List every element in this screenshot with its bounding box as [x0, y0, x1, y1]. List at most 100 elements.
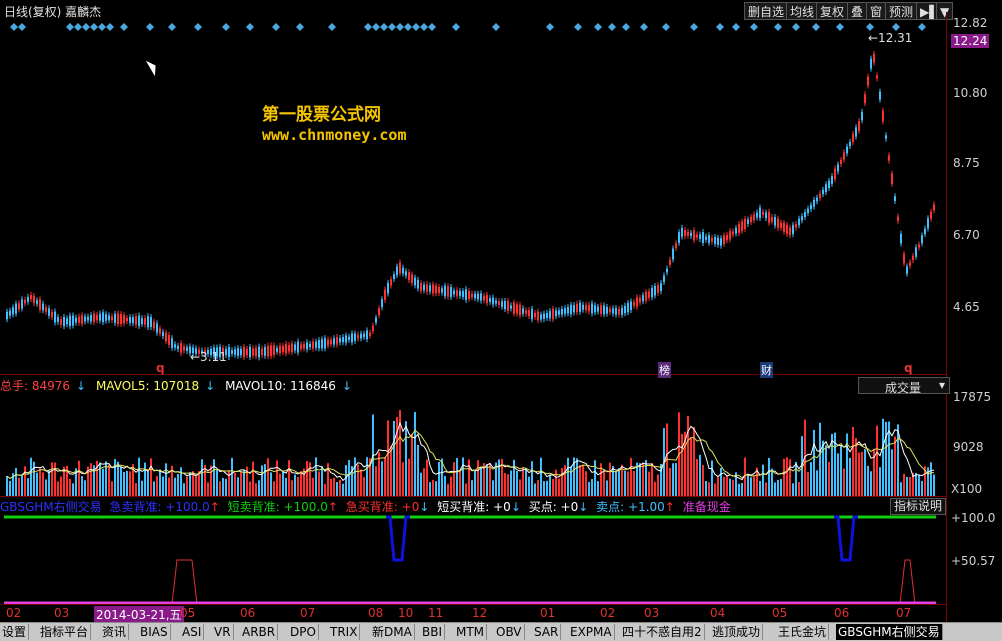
signal-diamond: [546, 23, 554, 31]
signal-diamond: [866, 23, 874, 31]
indicator-label-max: +100.0: [951, 511, 996, 525]
volume-bar: [633, 471, 635, 496]
blue-signal-line: [834, 515, 858, 562]
volume-bar: [234, 472, 236, 496]
date-label: 05: [772, 606, 788, 620]
volume-bar: [588, 481, 590, 496]
date-label: 06: [834, 606, 850, 620]
volume-bar: [36, 472, 38, 496]
volume-bar: [732, 479, 734, 496]
volume-bar: [345, 465, 347, 496]
tab-arbr[interactable]: ARBR: [240, 624, 279, 640]
tab-new-dma[interactable]: 新DMA: [370, 624, 415, 640]
volume-bar: [546, 480, 548, 496]
adjust-button[interactable]: 复权: [816, 2, 849, 20]
indicator-item: 短卖背准: +100.0: [227, 500, 328, 514]
volume-bar: [168, 477, 170, 496]
tab-vr[interactable]: VR: [212, 624, 234, 640]
volume-bar: [363, 477, 365, 496]
volume-bar: [870, 471, 872, 496]
volume-bar: [540, 457, 542, 496]
volume-bar: [270, 472, 272, 496]
volume-bar: [558, 478, 560, 496]
volume-bar: [597, 481, 599, 496]
volume-bar: [72, 483, 74, 496]
red-signal-line: [4, 559, 936, 605]
date-label: 08: [368, 606, 384, 620]
volume-bar: [237, 477, 239, 496]
tab-bias[interactable]: BIAS: [138, 624, 171, 640]
tab-sar[interactable]: SAR: [532, 624, 562, 640]
tab-asi[interactable]: ASI: [180, 624, 205, 640]
tab-custom-2[interactable]: 逃顶成功: [710, 624, 764, 640]
volume-bar: [159, 469, 161, 496]
tab-trix[interactable]: TRIX: [328, 624, 361, 640]
signal-diamond: [272, 23, 280, 31]
volume-chart[interactable]: [0, 376, 946, 496]
indicator-header: GBSGHM右侧交易 急卖背准: +100.0↑ 短卖背准: +100.0↑ 急…: [0, 498, 890, 514]
volume-bar: [267, 458, 269, 496]
window-button[interactable]: 窗: [866, 2, 887, 20]
volume-bar: [624, 470, 626, 496]
tab-mtm[interactable]: MTM: [454, 624, 488, 640]
volume-bar: [120, 467, 122, 496]
volume-bar: [156, 476, 158, 496]
indicator-help-button[interactable]: 指标说明: [890, 498, 946, 515]
indicator-item: 卖点: +1.00: [596, 500, 665, 514]
volume-bar: [300, 471, 302, 496]
price-label: 6.70: [953, 228, 980, 242]
tab-custom-3[interactable]: 王氏金坑: [776, 624, 830, 640]
signal-diamond: [574, 23, 582, 31]
tab-indicator-platform[interactable]: 指标平台: [38, 624, 92, 640]
tab-dpo[interactable]: DPO: [288, 624, 319, 640]
volume-bar: [117, 461, 119, 496]
volume-bar: [783, 458, 785, 496]
tab-expma[interactable]: EXPMA: [568, 624, 615, 640]
volume-bar: [276, 460, 278, 496]
q-marker[interactable]: q: [904, 361, 913, 375]
tab-news[interactable]: 资讯: [100, 624, 130, 640]
volume-bar: [774, 482, 776, 496]
remove-favorite-button[interactable]: 删自选: [744, 2, 789, 20]
volume-bar: [759, 480, 761, 496]
volume-bar: [543, 481, 545, 496]
volume-bar: [906, 476, 908, 496]
volume-bar: [720, 467, 722, 496]
signal-diamond: [380, 23, 388, 31]
volume-bar: [123, 471, 125, 496]
volume-bar: [780, 478, 782, 496]
volume-bar: [525, 468, 527, 496]
tab-custom-1[interactable]: 四十不惑自用2: [620, 624, 705, 640]
tab-bbi[interactable]: BBI: [420, 624, 446, 640]
overlay-button[interactable]: 叠: [847, 2, 868, 20]
indicator-item: 急卖背准: +100.0: [109, 500, 210, 514]
volume-bar: [567, 457, 569, 496]
q-marker[interactable]: q: [156, 361, 165, 375]
volume-bar: [534, 483, 536, 496]
moving-average-button[interactable]: 均线: [786, 2, 819, 20]
blue-signal-line: [386, 515, 410, 562]
volume-bar: [708, 482, 710, 496]
volume-bar: [402, 462, 404, 496]
volume-bar: [879, 467, 881, 496]
indicator-chart[interactable]: [0, 514, 946, 606]
volume-bar: [222, 477, 224, 496]
volume-bar: [492, 480, 494, 496]
volume-bar: [336, 482, 338, 496]
volume-bar: [348, 460, 350, 496]
volume-bar: [933, 474, 935, 496]
volume-bar: [849, 457, 851, 496]
tab-gbsghm[interactable]: GBSGHM右侧交易: [836, 624, 943, 640]
volume-bar: [48, 470, 50, 496]
volume-bar: [486, 464, 488, 496]
forecast-button[interactable]: 预测: [885, 2, 918, 20]
tab-settings[interactable]: 设置: [0, 624, 30, 640]
volume-bar: [180, 467, 182, 496]
candlestick-chart[interactable]: [0, 22, 946, 374]
tab-obv[interactable]: OBV: [494, 624, 525, 640]
date-label: 07: [896, 606, 912, 620]
volume-bar: [591, 479, 593, 496]
volume-bar: [528, 476, 530, 496]
volume-bar: [306, 461, 308, 496]
volume-bar: [858, 452, 860, 496]
